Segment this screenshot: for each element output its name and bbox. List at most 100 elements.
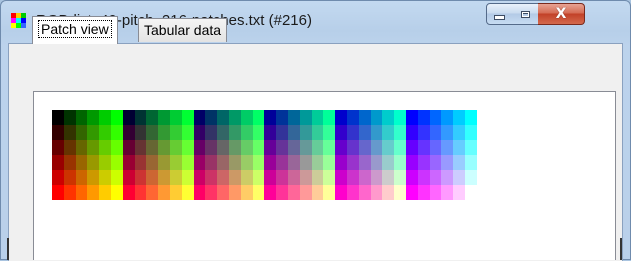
tab-label: Tabular data (144, 22, 222, 38)
color-patch (323, 110, 335, 125)
color-patch (87, 170, 99, 185)
color-patch (264, 155, 276, 170)
color-patch (241, 140, 253, 155)
color-patch (382, 170, 394, 185)
color-patch (253, 155, 264, 170)
color-patch (371, 125, 382, 140)
color-patch (123, 110, 135, 125)
color-patch (170, 110, 182, 125)
color-patch (170, 155, 182, 170)
color-patch (229, 185, 241, 200)
color-patch (347, 140, 359, 155)
color-patch (371, 110, 382, 125)
color-patch (430, 110, 441, 125)
color-patch (87, 185, 99, 200)
color-patch (205, 140, 217, 155)
color-patch (123, 140, 135, 155)
color-patch (418, 185, 430, 200)
tab-tabular-data[interactable]: Tabular data (138, 18, 228, 42)
color-patch (111, 125, 123, 140)
color-patch (323, 140, 335, 155)
color-patch (453, 170, 465, 185)
minimize-button[interactable] (486, 3, 513, 25)
color-patch (382, 185, 394, 200)
color-patch (158, 125, 170, 140)
color-patch (300, 155, 312, 170)
color-patch (146, 125, 158, 140)
color-patch (312, 140, 323, 155)
color-patch (170, 125, 182, 140)
color-patch (146, 110, 158, 125)
color-patch (253, 170, 264, 185)
color-patch (146, 140, 158, 155)
color-patch (371, 155, 382, 170)
color-patch (52, 170, 64, 185)
frame-edge (620, 238, 622, 260)
color-patch (394, 125, 406, 140)
color-patch (87, 110, 99, 125)
color-patch (217, 110, 229, 125)
color-patch (99, 140, 111, 155)
color-patch (276, 185, 288, 200)
color-patch (76, 140, 87, 155)
color-patch (135, 140, 146, 155)
tab-patch-view[interactable]: Patch view (32, 16, 118, 44)
color-patch (312, 110, 323, 125)
color-patch (465, 155, 477, 170)
color-patch (264, 110, 276, 125)
color-patch (170, 140, 182, 155)
color-patch (64, 140, 76, 155)
color-patch (99, 110, 111, 125)
frame-edge (7, 238, 9, 260)
color-patch (205, 155, 217, 170)
color-patch (205, 110, 217, 125)
color-patch (182, 170, 194, 185)
color-patch (276, 155, 288, 170)
color-patch (111, 140, 123, 155)
color-patch (182, 110, 194, 125)
color-patch (335, 140, 347, 155)
color-patch (253, 110, 264, 125)
color-patch (288, 125, 300, 140)
color-patch (241, 110, 253, 125)
color-patch (264, 170, 276, 185)
color-patch (241, 155, 253, 170)
color-patch (111, 185, 123, 200)
color-patch (52, 140, 64, 155)
color-patch (347, 125, 359, 140)
color-patch (217, 155, 229, 170)
color-patch (335, 125, 347, 140)
color-patch (441, 185, 453, 200)
color-patch (229, 170, 241, 185)
color-patch (229, 140, 241, 155)
maximize-button[interactable] (512, 3, 539, 25)
color-patch (170, 185, 182, 200)
color-patch (158, 140, 170, 155)
color-patch (359, 155, 371, 170)
color-patch (264, 125, 276, 140)
color-patch (430, 155, 441, 170)
color-patch (123, 170, 135, 185)
color-patch (158, 185, 170, 200)
color-patch (323, 155, 335, 170)
color-patch (99, 125, 111, 140)
color-patch (371, 140, 382, 155)
color-patch (394, 155, 406, 170)
color-patch (64, 110, 76, 125)
color-patch (371, 170, 382, 185)
color-patch (300, 125, 312, 140)
color-patch (99, 155, 111, 170)
color-patch (359, 185, 371, 200)
color-patch (371, 185, 382, 200)
color-patch (418, 110, 430, 125)
color-patch (205, 170, 217, 185)
color-patch (170, 170, 182, 185)
color-patch (441, 155, 453, 170)
color-patch (276, 125, 288, 140)
color-patch (135, 185, 146, 200)
color-patch (241, 125, 253, 140)
color-patch (312, 185, 323, 200)
close-button[interactable]: X (538, 3, 585, 25)
color-patch (194, 125, 205, 140)
color-patch (453, 155, 465, 170)
